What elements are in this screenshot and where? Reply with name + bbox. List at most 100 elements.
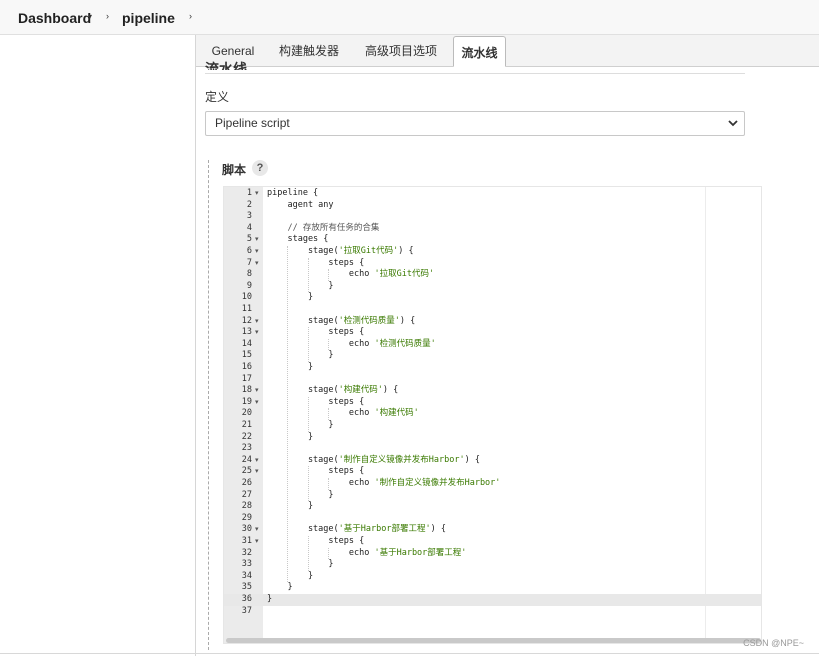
code-line[interactable]: 3: [224, 211, 761, 223]
code-line[interactable]: 33 }: [224, 559, 761, 571]
fold-arrow-icon[interactable]: ▾: [255, 385, 259, 397]
code-token: ) {: [398, 246, 414, 256]
code-line[interactable]: 19 ▾ steps {: [224, 397, 761, 409]
code-line[interactable]: 11: [224, 304, 761, 316]
code-token: ) {: [430, 524, 446, 535]
code-line[interactable]: 20 echo '构建代码': [224, 408, 761, 420]
line-number: 20: [241, 408, 252, 419]
code-line[interactable]: 16 }: [224, 362, 761, 374]
string-literal: '检测代码质量': [374, 338, 436, 349]
code-text: pipeline {: [267, 188, 319, 198]
definition-select[interactable]: Pipeline script: [205, 111, 745, 136]
fold-arrow-icon[interactable]: ▾: [255, 316, 259, 328]
code-line[interactable]: 1 ▾ pipeline {: [224, 188, 761, 200]
code-line[interactable]: 18 ▾ stage('构建代码') {: [224, 385, 761, 397]
code-line[interactable]: 13 ▾ steps {: [224, 327, 761, 339]
fold-arrow-icon[interactable]: ▾: [255, 234, 259, 246]
code-line[interactable]: 26 echo '制作自定义镜像并发布Harbor': [224, 478, 761, 490]
bottom-divider: [0, 653, 819, 654]
breadcrumb-dashboard[interactable]: Dashboard: [18, 10, 91, 26]
fold-arrow-icon[interactable]: ▾: [255, 536, 259, 548]
line-number: 4: [246, 222, 252, 233]
code-line[interactable]: 34 }: [224, 571, 761, 583]
code-line[interactable]: 36}: [224, 594, 761, 606]
code-line[interactable]: 25 ▾ steps {: [224, 466, 761, 478]
code-line[interactable]: 4 // 存放所有任务的合集: [224, 223, 761, 235]
line-number: 7: [246, 257, 252, 268]
code-text: steps {: [267, 536, 365, 546]
line-number: 16: [241, 362, 252, 372]
horizontal-scrollbar[interactable]: [226, 638, 761, 643]
code-text: steps {: [267, 327, 365, 338]
help-icon[interactable]: ?: [252, 160, 268, 176]
line-number: 27: [241, 489, 252, 500]
code-line[interactable]: 10 }: [224, 292, 761, 304]
code-text: }: [267, 570, 314, 581]
fold-arrow-icon[interactable]: ▾: [255, 466, 259, 478]
code-line[interactable]: 12 ▾ stage('检测代码质量') {: [224, 316, 761, 328]
code-text: }: [267, 582, 293, 593]
code-line[interactable]: 8 echo '拉取Git代码': [224, 269, 761, 281]
line-number: 25: [241, 466, 252, 477]
fold-arrow-icon[interactable]: ▾: [255, 246, 259, 258]
code-token: echo: [267, 547, 375, 558]
code-line[interactable]: 35 }: [224, 582, 761, 594]
fold-arrow-icon[interactable]: ▾: [255, 397, 259, 409]
code-text: }: [267, 420, 334, 430]
code-line[interactable]: 31 ▾ steps {: [224, 536, 761, 548]
line-number: 32: [241, 547, 252, 558]
line-number: 19: [241, 396, 252, 407]
script-label: 脚本: [222, 163, 247, 177]
breadcrumb-job[interactable]: pipeline: [122, 10, 175, 26]
line-number: 12: [241, 315, 252, 326]
tab-build-triggers[interactable]: 构建触发器: [276, 35, 342, 66]
code-line[interactable]: 2 agent any: [224, 200, 761, 212]
code-line[interactable]: 37: [224, 606, 761, 618]
code-line[interactable]: 5 ▾ stages {: [224, 234, 761, 246]
line-number: 2: [246, 199, 252, 210]
fold-arrow-icon[interactable]: ▾: [255, 524, 259, 536]
code-line[interactable]: 21 }: [224, 420, 761, 432]
code-text: stage('拉取Git代码') {: [267, 246, 414, 258]
line-number: 23: [241, 443, 252, 454]
code-line[interactable]: 24 ▾ stage('制作自定义镜像并发布Harbor') {: [224, 455, 761, 467]
pipeline-script-editor[interactable]: 1 ▾ pipeline {2 agent any 3 4 // 存放所有任务的合集 5 ▾…: [223, 186, 762, 644]
dashboard-menu-caret-icon[interactable]: ▾: [88, 12, 92, 21]
line-number: 5: [246, 234, 252, 245]
tab-pipeline[interactable]: 流水线: [453, 36, 506, 67]
fold-arrow-icon[interactable]: ▾: [255, 188, 259, 200]
tab-advanced-project-options[interactable]: 高级项目选项: [361, 35, 441, 66]
code-line[interactable]: 15 }: [224, 350, 761, 362]
code-text: }: [267, 559, 334, 570]
line-number: 37: [241, 605, 252, 616]
code-line[interactable]: 7 ▾ steps {: [224, 258, 761, 270]
fold-arrow-icon[interactable]: ▾: [255, 455, 259, 467]
string-literal: '拉取Git代码': [338, 246, 399, 256]
string-literal: '制作自定义镜像并发布Harbor': [338, 454, 465, 465]
fold-arrow-icon[interactable]: ▾: [255, 327, 259, 339]
definition-select-value: Pipeline script: [215, 116, 290, 130]
code-text: steps {: [267, 396, 365, 407]
code-line[interactable]: 22 }: [224, 432, 761, 444]
code-line[interactable]: 14 echo '检测代码质量': [224, 339, 761, 351]
code-text: stages {: [267, 234, 329, 245]
code-line[interactable]: 32 echo '基于Harbor部署工程': [224, 548, 761, 560]
code-text: agent any: [267, 199, 334, 210]
fold-arrow-icon[interactable]: ▾: [255, 258, 259, 270]
line-number: 34: [241, 570, 252, 581]
code-token: stage(: [267, 315, 339, 326]
line-number: 15: [241, 350, 252, 361]
code-line[interactable]: 28 }: [224, 501, 761, 513]
code-text: stage('检测代码质量') {: [267, 316, 415, 328]
code-line[interactable]: 29: [224, 513, 761, 525]
code-text: }: [267, 594, 273, 604]
line-number: 28: [241, 501, 252, 512]
code-line[interactable]: 27 }: [224, 490, 761, 502]
line-number: 10: [241, 292, 252, 303]
code-line[interactable]: 23: [224, 443, 761, 455]
code-line[interactable]: 6 ▾ stage('拉取Git代码') {: [224, 246, 761, 258]
code-line[interactable]: 17: [224, 374, 761, 386]
code-line[interactable]: 9 }: [224, 281, 761, 293]
code-line[interactable]: 30 ▾ stage('基于Harbor部署工程') {: [224, 524, 761, 536]
string-literal: '检测代码质量': [338, 315, 400, 326]
